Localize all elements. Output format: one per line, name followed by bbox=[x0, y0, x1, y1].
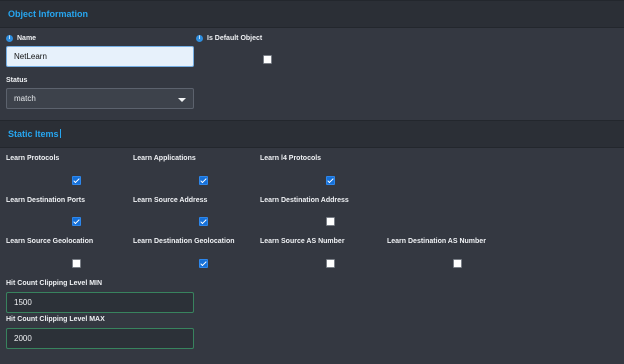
learn-l4-protocols-checkbox[interactable] bbox=[326, 176, 335, 185]
text-cursor-icon bbox=[59, 129, 61, 138]
hit-count-min-input[interactable]: 1500 bbox=[6, 292, 194, 313]
learn-source-as-number-label: Learn Source AS Number bbox=[260, 238, 345, 245]
learn-destination-ports-label: Learn Destination Ports bbox=[6, 197, 85, 204]
learn-protocols-checkbox[interactable] bbox=[72, 176, 81, 185]
status-select[interactable]: match bbox=[6, 88, 194, 109]
static-items-section: Learn Protocols Learn Applications Learn… bbox=[0, 148, 624, 364]
learn-source-as-number-checkbox[interactable] bbox=[326, 259, 335, 268]
learn-l4-protocols-label: Learn l4 Protocols bbox=[260, 155, 322, 162]
default-object-info-icon: i bbox=[196, 35, 203, 42]
learn-source-geolocation-checkbox[interactable] bbox=[72, 259, 81, 268]
is-default-object-checkbox[interactable] bbox=[263, 55, 272, 64]
name-input-value: NetLearn bbox=[14, 52, 47, 61]
object-information-header: Object Information bbox=[0, 0, 624, 28]
learn-destination-as-number-label: Learn Destination AS Number bbox=[387, 238, 486, 245]
learn-destination-as-number-checkbox[interactable] bbox=[453, 259, 462, 268]
object-information-section: i Name i Is Default Object NetLearn Stat… bbox=[0, 28, 624, 120]
chevron-down-icon bbox=[178, 98, 186, 102]
learn-applications-label: Learn Applications bbox=[133, 155, 196, 162]
hit-count-max-input[interactable]: 2000 bbox=[6, 328, 194, 349]
object-information-title: Object Information bbox=[8, 9, 89, 19]
hit-count-min-value: 1500 bbox=[14, 298, 32, 307]
learn-source-geolocation-label: Learn Source Geolocation bbox=[6, 238, 94, 245]
learn-protocols-label: Learn Protocols bbox=[6, 155, 60, 162]
learn-source-address-label: Learn Source Address bbox=[133, 197, 208, 204]
status-label: Status bbox=[6, 77, 28, 84]
hit-count-max-label: Hit Count Clipping Level MAX bbox=[6, 316, 105, 323]
default-object-label: Is Default Object bbox=[207, 35, 263, 42]
static-items-title-wrap: Static Items bbox=[8, 129, 61, 139]
learn-source-address-checkbox[interactable] bbox=[199, 217, 208, 226]
name-label: Name bbox=[17, 35, 37, 42]
learn-destination-geolocation-label: Learn Destination Geolocation bbox=[133, 238, 235, 245]
hit-count-min-label: Hit Count Clipping Level MIN bbox=[6, 280, 103, 287]
learn-destination-address-label: Learn Destination Address bbox=[260, 197, 349, 204]
learn-destination-geolocation-checkbox[interactable] bbox=[199, 259, 208, 268]
status-value: match bbox=[14, 94, 36, 103]
name-info-icon: i bbox=[6, 35, 13, 42]
name-input[interactable]: NetLearn bbox=[6, 46, 194, 67]
hit-count-max-value: 2000 bbox=[14, 334, 32, 343]
learn-applications-checkbox[interactable] bbox=[199, 176, 208, 185]
static-items-header: Static Items bbox=[0, 120, 624, 148]
learn-destination-ports-checkbox[interactable] bbox=[72, 217, 81, 226]
learn-destination-address-checkbox[interactable] bbox=[326, 217, 335, 226]
static-items-title: Static Items bbox=[8, 129, 59, 139]
